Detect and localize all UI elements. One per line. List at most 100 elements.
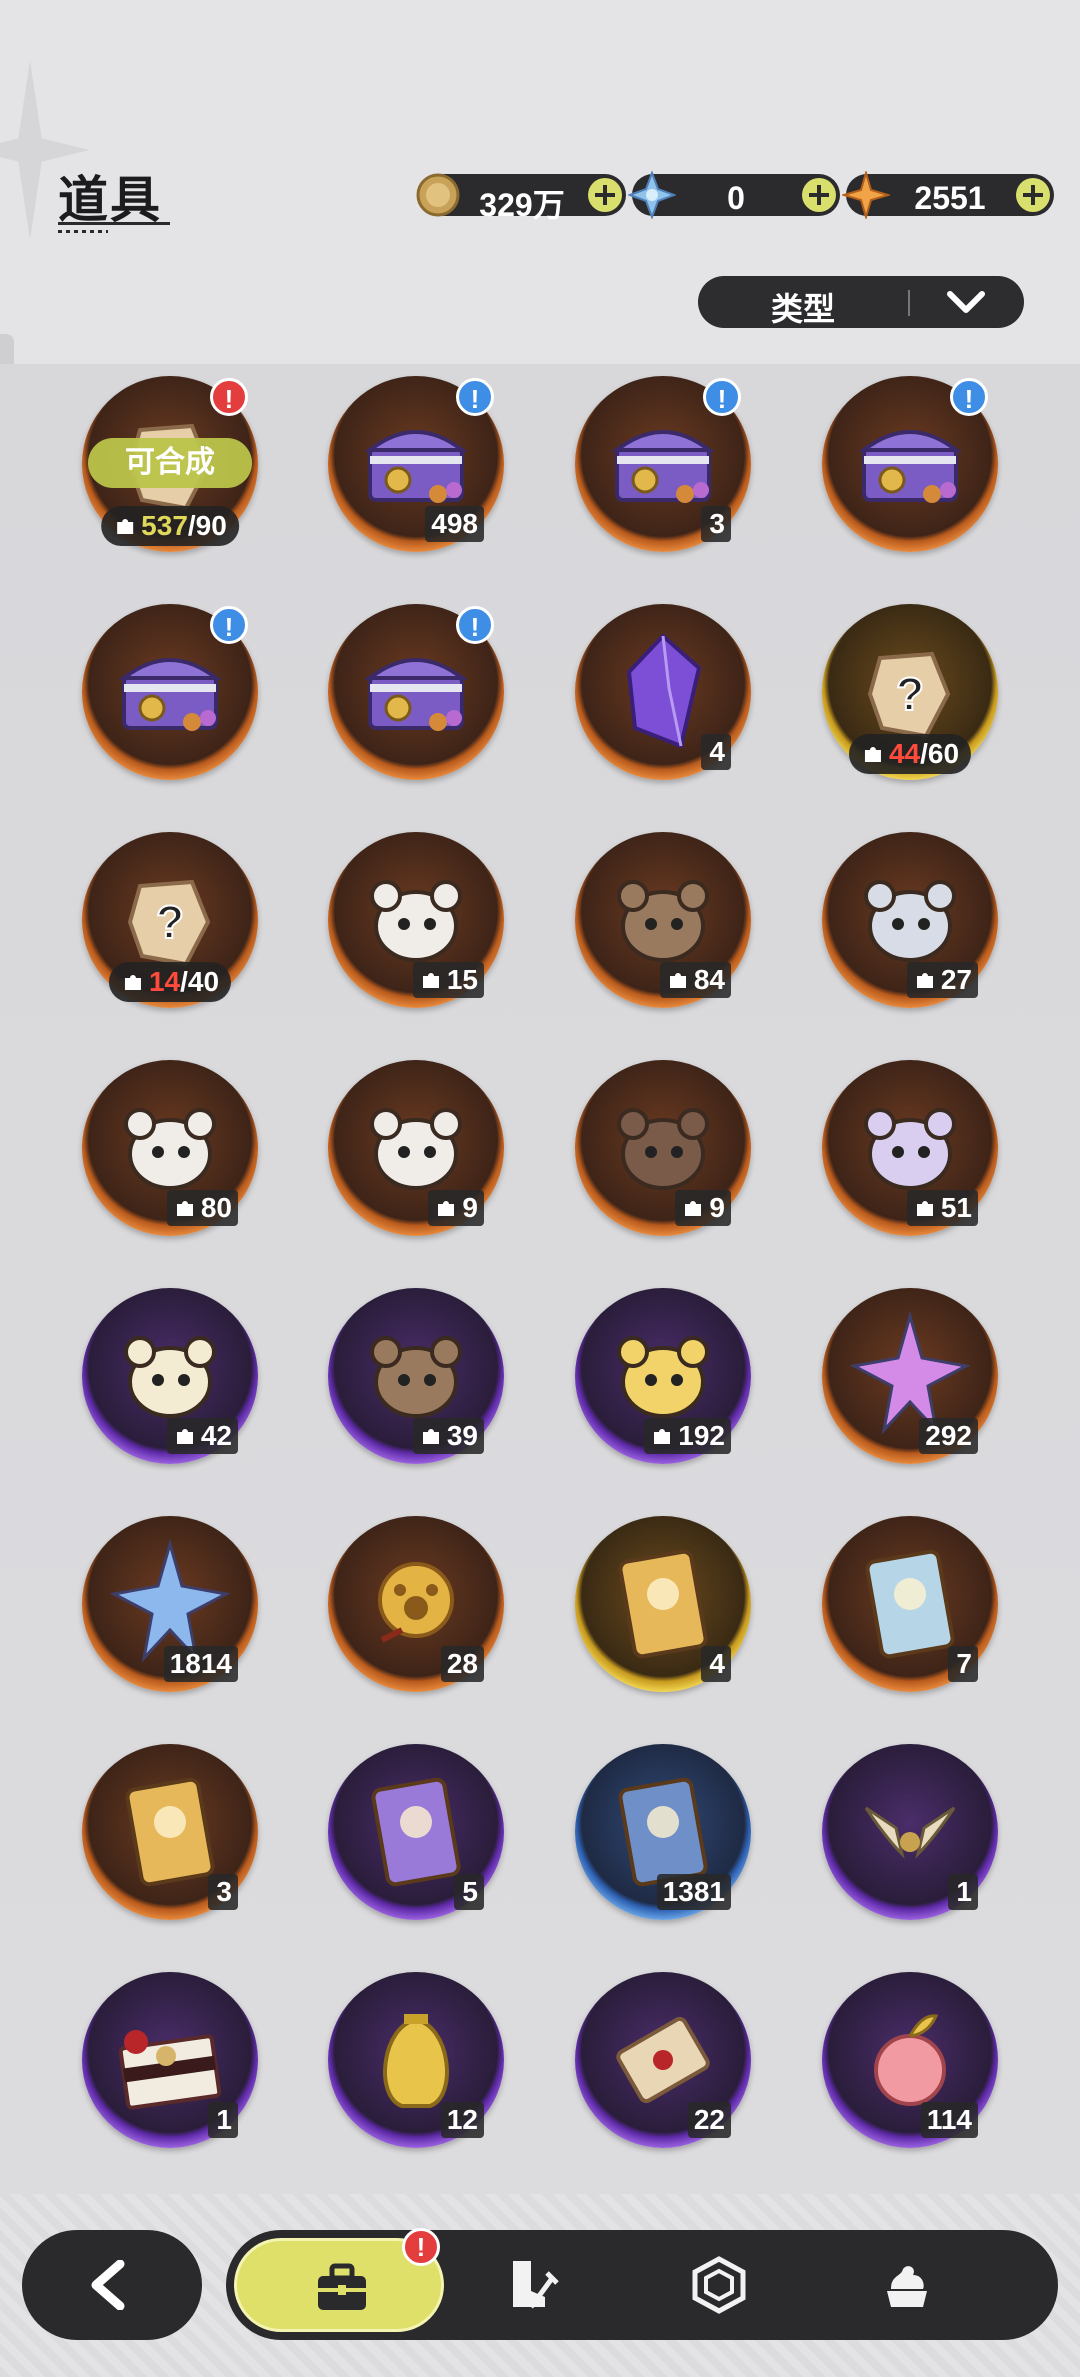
- inventory-item[interactable]: 537/90 可合成!: [82, 376, 258, 552]
- item-count: 39: [412, 1418, 484, 1454]
- puzzle-piece-icon: [422, 973, 439, 988]
- item-count: 3: [701, 506, 731, 542]
- fragment-have: 14: [148, 966, 181, 997]
- star-gem-icon: [842, 171, 890, 219]
- item-count: 12: [440, 2102, 484, 2138]
- fragment-have: 537: [141, 510, 188, 541]
- inventory-item[interactable]: 498!: [328, 376, 504, 552]
- nav-gem-tab[interactable]: [644, 2230, 794, 2340]
- item-count: 9: [675, 1190, 731, 1226]
- item-count: 1814: [163, 1646, 238, 1682]
- chevron-down-icon: [947, 291, 985, 313]
- puzzle-piece-icon: [916, 973, 933, 988]
- add-gold-button[interactable]: [588, 178, 622, 212]
- fragment-need: /40: [180, 966, 220, 997]
- inventory-item[interactable]: 3!: [575, 376, 751, 552]
- currency-value: 0: [727, 180, 745, 216]
- fragment-progress: 537/90: [101, 506, 239, 546]
- puzzle-piece-icon: [117, 519, 134, 534]
- currency-value: 2551: [914, 180, 986, 216]
- item-count: 1: [208, 2102, 238, 2138]
- inventory-item[interactable]: 3: [82, 1744, 258, 1920]
- currency-gold: 329万: [416, 173, 626, 223]
- inventory-item[interactable]: 1814: [82, 1516, 258, 1692]
- item-count: 4: [701, 734, 731, 770]
- inventory-item[interactable]: 5: [328, 1744, 504, 1920]
- item-count: 80: [166, 1190, 238, 1226]
- item-count: 1: [948, 1874, 978, 1910]
- inventory-item[interactable]: 1381: [575, 1744, 751, 1920]
- item-count: 192: [644, 1418, 731, 1454]
- fragment-need: /60: [920, 738, 960, 769]
- add-crystal-button[interactable]: [802, 178, 836, 212]
- nav-dessert-tab[interactable]: [832, 2230, 982, 2340]
- item-count-value: 39: [446, 1420, 478, 1451]
- inventory-item[interactable]: 292: [822, 1288, 998, 1464]
- inventory-item[interactable]: 9: [328, 1060, 504, 1236]
- inventory-item[interactable]: 39: [328, 1288, 504, 1464]
- inventory-item[interactable]: 22: [575, 1972, 751, 2148]
- currency-star: 2551: [842, 171, 1054, 219]
- puzzle-piece-icon: [438, 1201, 455, 1216]
- inventory-item[interactable]: 84: [575, 832, 751, 1008]
- puzzle-piece-icon: [685, 1201, 702, 1216]
- puzzle-piece-icon: [176, 1429, 193, 1444]
- inventory-item[interactable]: 28: [328, 1516, 504, 1692]
- back-button[interactable]: [22, 2230, 202, 2340]
- inventory-item[interactable]: 12: [328, 1972, 504, 2148]
- dessert-icon: [887, 2266, 927, 2307]
- inventory-item[interactable]: 42: [82, 1288, 258, 1464]
- inventory-item[interactable]: 9: [575, 1060, 751, 1236]
- inventory-item[interactable]: 4: [575, 1516, 751, 1692]
- add-star-button[interactable]: [1016, 178, 1050, 212]
- inventory-item[interactable]: 51: [822, 1060, 998, 1236]
- inventory-item[interactable]: ? 14/40: [82, 832, 258, 1008]
- inventory-item[interactable]: 114: [822, 1972, 998, 2148]
- item-count: 51: [906, 1190, 978, 1226]
- inventory-item[interactable]: 27: [822, 832, 998, 1008]
- item-count-value: 80: [200, 1192, 232, 1223]
- item-count-value: 15: [446, 964, 478, 995]
- inventory-item[interactable]: 4: [575, 604, 751, 780]
- item-count: 5: [454, 1874, 484, 1910]
- alert-badge: !: [456, 378, 494, 416]
- item-count-value: 9: [709, 1192, 725, 1223]
- item-count: 84: [659, 962, 731, 998]
- inventory-item[interactable]: !: [82, 604, 258, 780]
- item-count-value: 42: [200, 1420, 232, 1451]
- inventory-item[interactable]: 15: [328, 832, 504, 1008]
- item-count-value: 27: [940, 964, 972, 995]
- svg-text:?: ?: [156, 896, 184, 948]
- bottom-nav: [226, 2230, 1058, 2340]
- inventory-item[interactable]: 80: [82, 1060, 258, 1236]
- alert-badge: !: [456, 606, 494, 644]
- bag-icon: [318, 2263, 366, 2310]
- inventory-item[interactable]: 7: [822, 1516, 998, 1692]
- currency-value: 329万: [479, 187, 565, 223]
- back-arrow-icon: [91, 2260, 125, 2310]
- inventory-item[interactable]: !: [822, 376, 998, 552]
- item-count: 15: [412, 962, 484, 998]
- nav-alert-badge: !: [402, 2228, 440, 2266]
- fragment-need: /90: [187, 510, 227, 541]
- item-count: 3: [208, 1874, 238, 1910]
- item-count: 498: [425, 506, 484, 542]
- item-count: 4: [701, 1646, 731, 1682]
- filter-label: 类型: [770, 291, 835, 327]
- inventory-item[interactable]: 192: [575, 1288, 751, 1464]
- synthesizable-label: 可合成: [88, 438, 252, 488]
- item-count-value: 9: [462, 1192, 478, 1223]
- fragment-progress: 44/60: [848, 734, 972, 774]
- inventory-item[interactable]: !: [328, 604, 504, 780]
- inventory-item[interactable]: 1: [82, 1972, 258, 2148]
- puzzle-piece-icon: [176, 1201, 193, 1216]
- inventory-item[interactable]: 1: [822, 1744, 998, 1920]
- inventory-item[interactable]: ? 44/60: [822, 604, 998, 780]
- item-count: 9: [428, 1190, 484, 1226]
- item-count: 292: [919, 1418, 978, 1454]
- title-underline: [58, 222, 170, 233]
- filter-divider: [908, 290, 910, 316]
- type-filter-dropdown[interactable]: 类型: [698, 276, 1024, 328]
- item-count: 114: [920, 2102, 978, 2138]
- nav-equipment-tab[interactable]: [456, 2230, 606, 2340]
